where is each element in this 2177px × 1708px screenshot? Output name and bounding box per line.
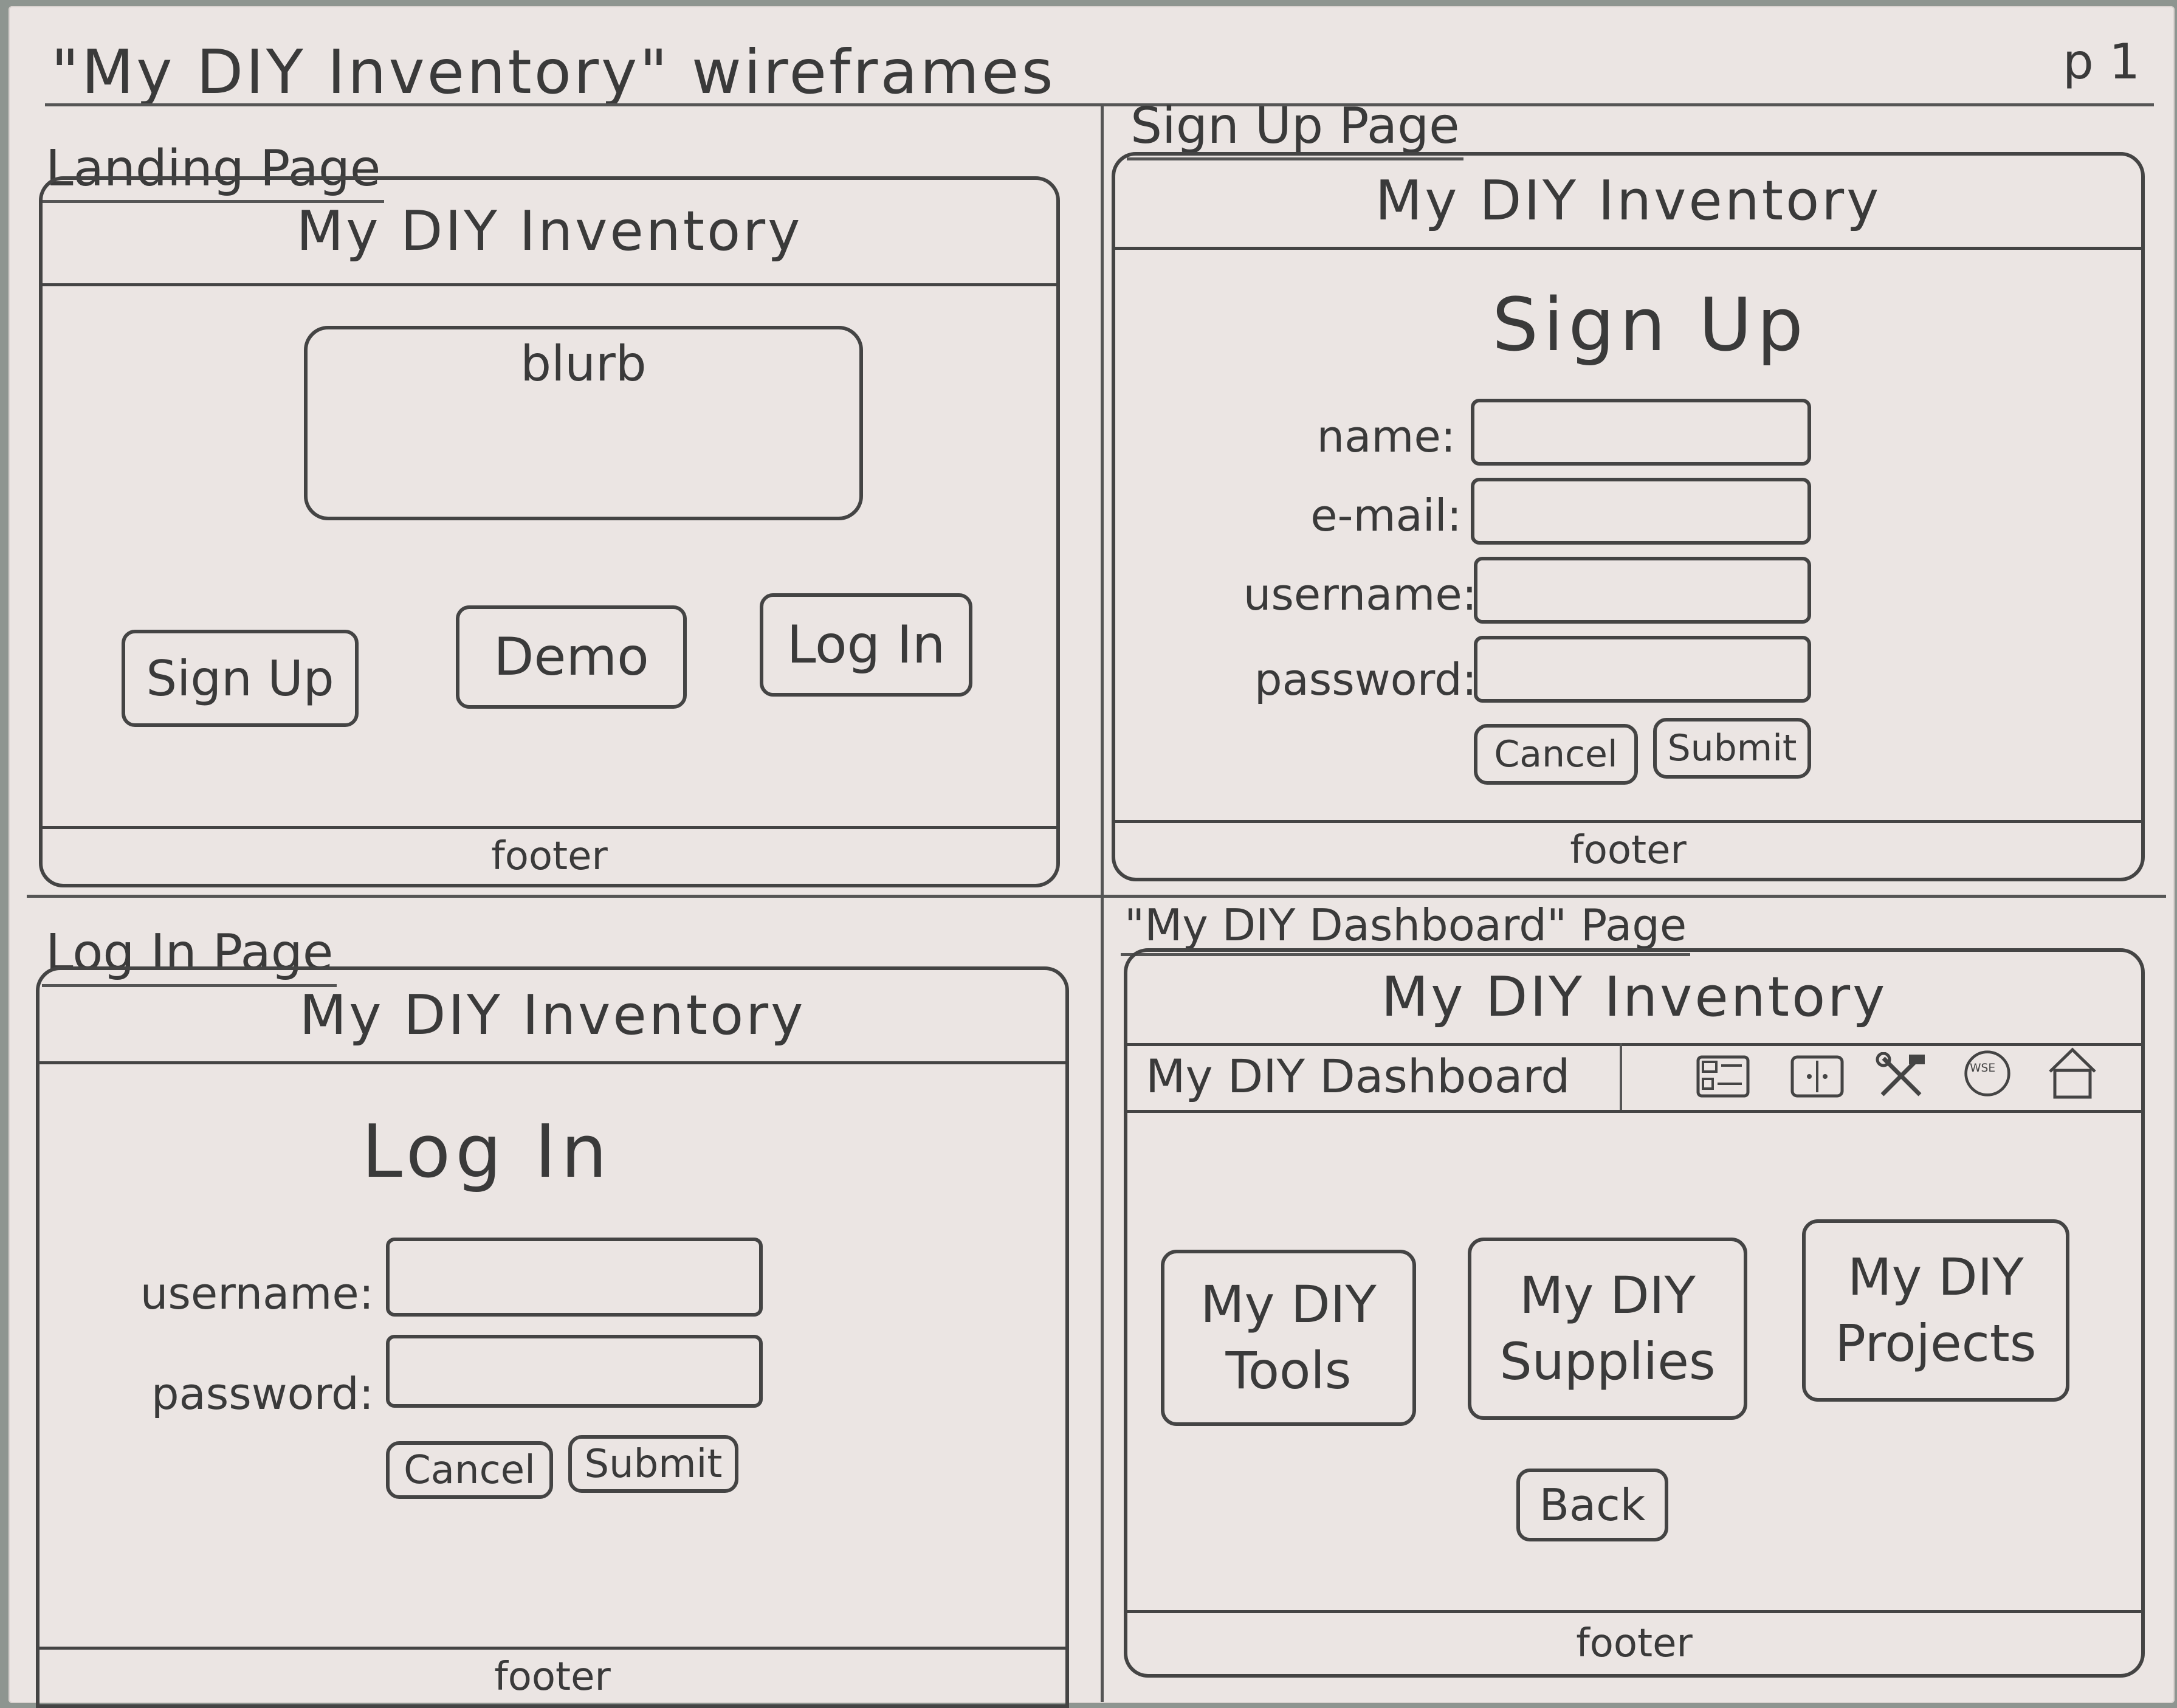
signup-frame: My DIY Inventory Sign Up name: e-mail: u…: [1112, 152, 2145, 881]
projects-card[interactable]: My DIY Projects: [1802, 1219, 2069, 1402]
nav-divider: [1620, 1043, 1622, 1110]
signup-page-label: Sign Up Page: [1127, 97, 1463, 160]
signup-app-title: My DIY Inventory: [1115, 156, 2141, 250]
vertical-divider: [1101, 103, 1104, 1702]
signup-username-label: username:: [1243, 569, 1477, 620]
dashboard-icon[interactable]: [1696, 1052, 1750, 1101]
tools-icon[interactable]: [1875, 1052, 1930, 1101]
landing-login-button[interactable]: Log In: [760, 593, 972, 697]
landing-app-title: My DIY Inventory: [43, 180, 1056, 286]
dashboard-back-button[interactable]: Back: [1516, 1469, 1668, 1541]
home-icon[interactable]: [2045, 1046, 2100, 1101]
login-form-title: Log In: [362, 1110, 612, 1194]
login-password-input[interactable]: [386, 1335, 763, 1408]
compass-icon[interactable]: WSE: [1960, 1049, 2015, 1098]
signup-email-label: e-mail:: [1310, 490, 1462, 541]
toolbox-icon[interactable]: [1790, 1052, 1845, 1101]
login-cancel-button[interactable]: Cancel: [386, 1441, 553, 1499]
login-frame: My DIY Inventory Log In username: passwo…: [36, 966, 1069, 1708]
signup-footer: footer: [1115, 820, 2141, 878]
login-username-label: username:: [140, 1268, 374, 1319]
supplies-card[interactable]: My DIY Supplies: [1468, 1238, 1747, 1420]
login-password-label: password:: [151, 1368, 374, 1419]
signup-name-label: name:: [1316, 411, 1456, 462]
signup-form-title: Sign Up: [1492, 283, 1808, 368]
login-submit-button[interactable]: Submit: [568, 1435, 738, 1493]
signup-submit-button[interactable]: Submit: [1653, 718, 1811, 779]
compass-letters: WSE: [1970, 1062, 1995, 1075]
dashboard-nav-bar: My DIY Dashboard WSE: [1127, 1043, 2141, 1113]
signup-email-input[interactable]: [1471, 478, 1811, 545]
tools-card[interactable]: My DIY Tools: [1161, 1250, 1416, 1426]
landing-demo-button[interactable]: Demo: [456, 605, 687, 709]
signup-password-label: password:: [1254, 654, 1477, 705]
login-footer: footer: [40, 1647, 1065, 1704]
signup-username-input[interactable]: [1474, 557, 1811, 624]
login-username-input[interactable]: [386, 1238, 763, 1317]
signup-name-input[interactable]: [1471, 399, 1811, 466]
dashboard-nav-title: My DIY Dashboard: [1146, 1049, 1570, 1103]
landing-frame: My DIY Inventory blurb Sign Up Demo Log …: [39, 176, 1060, 887]
dashboard-frame: My DIY Inventory My DIY Dashboard WSE My…: [1124, 948, 2145, 1678]
signup-password-input[interactable]: [1474, 636, 1811, 703]
landing-signup-button[interactable]: Sign Up: [122, 630, 359, 727]
wireframe-sheet: "My DIY Inventory" wireframes p 1 Landin…: [9, 6, 2175, 1708]
dashboard-app-title: My DIY Inventory: [1127, 952, 2141, 1046]
title-rule: [45, 103, 2154, 106]
landing-blurb: blurb: [304, 326, 863, 520]
sheet-title: "My DIY Inventory" wireframes: [51, 36, 1056, 108]
landing-footer: footer: [43, 826, 1056, 884]
login-app-title: My DIY Inventory: [40, 970, 1065, 1064]
signup-cancel-button[interactable]: Cancel: [1474, 724, 1638, 785]
horizontal-divider: [27, 895, 2166, 898]
dashboard-footer: footer: [1127, 1610, 2141, 1674]
page-number: p 1: [2063, 33, 2141, 90]
